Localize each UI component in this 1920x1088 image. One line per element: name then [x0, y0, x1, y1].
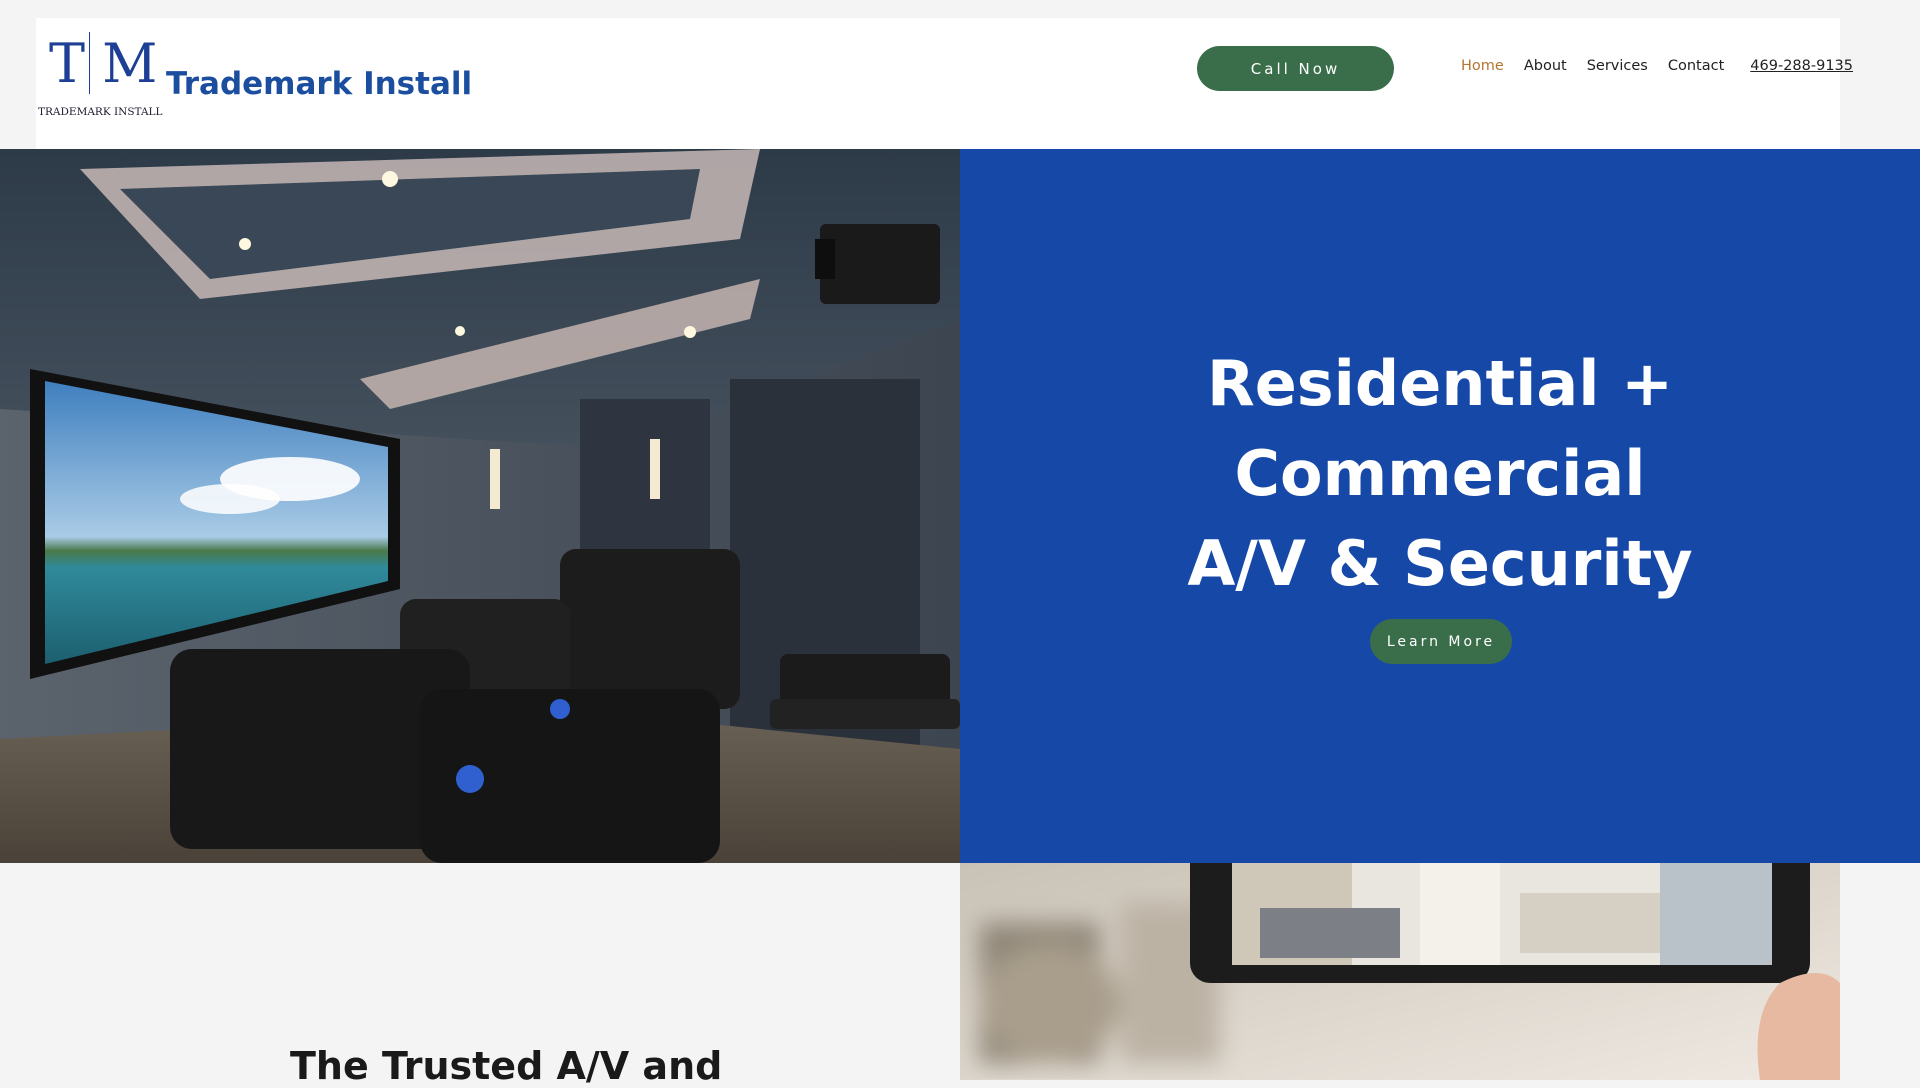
hero-heading-line-3: A/V & Security	[1187, 527, 1693, 600]
hero-heading-line-2: Commercial	[1234, 437, 1646, 510]
section-title: The Trusted A/V and	[290, 1044, 723, 1088]
logo[interactable]: T M TRADEMARK INSTALL	[36, 18, 162, 130]
brand-name[interactable]: Trademark Install	[166, 66, 472, 102]
site-header: T M TRADEMARK INSTALL Trademark Install …	[36, 18, 1853, 149]
logo-monogram: T M	[49, 32, 158, 95]
home-theater-image	[0, 149, 960, 863]
logo-subtitle: TRADEMARK INSTALL	[38, 106, 163, 118]
security-camera-image	[960, 863, 1840, 1080]
nav-home[interactable]: Home	[1461, 58, 1504, 74]
nav-contact[interactable]: Contact	[1668, 58, 1724, 74]
hero-heading: Residential + Commercial A/V & Security	[960, 339, 1920, 609]
phone-link[interactable]: 469-288-9135	[1750, 58, 1853, 74]
call-now-button[interactable]: Call Now	[1197, 46, 1394, 91]
phone-camera-illustration	[960, 863, 1840, 1080]
nav-services[interactable]: Services	[1587, 58, 1648, 74]
hero-heading-line-1: Residential +	[1206, 347, 1674, 420]
learn-more-button[interactable]: Learn More	[1370, 619, 1512, 664]
logo-divider	[89, 32, 90, 94]
hero-panel: Residential + Commercial A/V & Security …	[960, 149, 1920, 863]
nav-about[interactable]: About	[1524, 58, 1567, 74]
home-theater-illustration	[0, 149, 960, 863]
main-nav: Home About Services Contact 469-288-9135	[1461, 58, 1853, 74]
